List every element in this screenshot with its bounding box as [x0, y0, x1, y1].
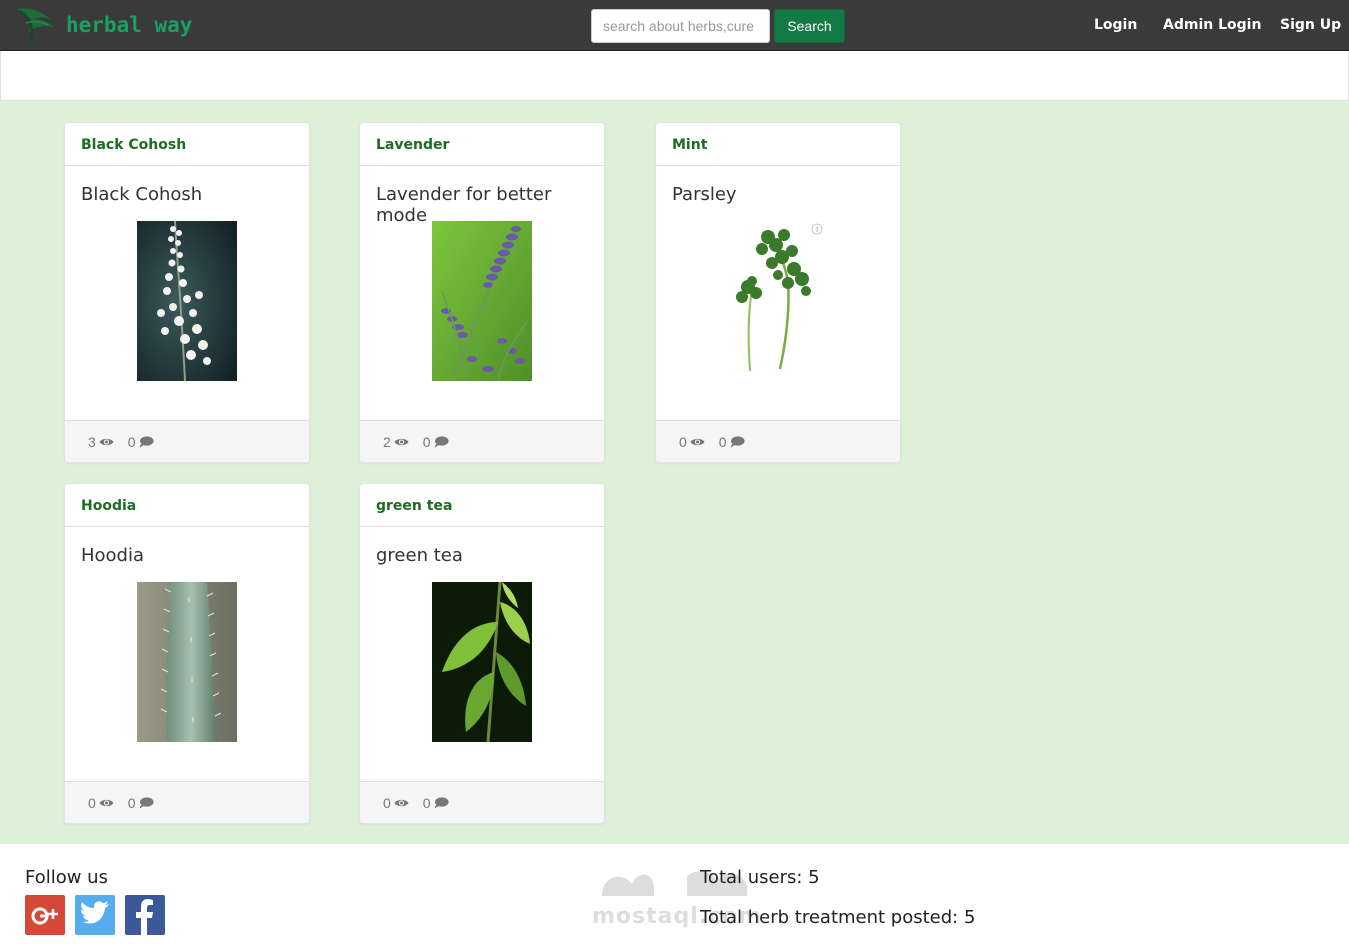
search-button[interactable]: Search [774, 9, 845, 43]
leaf-icon [17, 8, 54, 44]
header-band [0, 51, 1349, 101]
footer: Follow us mostaql.com Total users: 5 Tot… [0, 844, 1349, 944]
facebook-icon[interactable] [125, 895, 165, 935]
card-footer: 0 0 [360, 781, 604, 823]
comment-icon [730, 435, 745, 447]
comments-count: 0 [423, 795, 449, 811]
herb-card[interactable]: Hoodia Hoodia 0 0 [64, 483, 310, 824]
card-header: Mint [656, 123, 900, 166]
card-subtitle: green tea [376, 545, 463, 566]
parsley-image[interactable]: 3 [728, 221, 828, 381]
card-subtitle: Lavender for better mode [376, 184, 552, 226]
card-title[interactable]: Lavender [376, 137, 449, 153]
herb-card[interactable]: green tea green tea 0 0 [359, 483, 605, 824]
views-count: 0 [383, 795, 409, 811]
comments-value: 0 [422, 794, 431, 811]
eye-icon [99, 438, 114, 445]
comments-count: 0 [423, 434, 449, 450]
card-footer: 0 0 [656, 420, 900, 462]
green-tea-image[interactable] [432, 582, 532, 742]
eye-icon [690, 438, 705, 445]
views-value: 0 [679, 433, 687, 450]
black-cohosh-image[interactable] [137, 221, 237, 381]
views-count: 0 [679, 434, 705, 450]
comments-value: 0 [422, 433, 431, 450]
eye-icon [394, 438, 409, 445]
eye-icon [99, 799, 114, 806]
comment-icon [434, 796, 449, 808]
card-footer: 2 0 [360, 420, 604, 462]
hoodia-image[interactable] [137, 582, 237, 742]
navbar: herbal way Search Login Admin Login Sign… [0, 0, 1349, 51]
views-count: 0 [88, 795, 114, 811]
card-title[interactable]: green tea [376, 498, 452, 514]
total-users: Total users: 5 [700, 867, 820, 888]
comment-icon [139, 435, 154, 447]
card-header: Lavender [360, 123, 604, 166]
twitter-icon[interactable] [75, 895, 115, 935]
brand-name: herbal way [66, 13, 193, 37]
views-count: 3 [88, 434, 114, 450]
herb-grid: Black Cohosh Black Cohosh 3 0 Lavender L… [0, 101, 1349, 844]
card-subtitle: Parsley [672, 184, 737, 205]
views-value: 3 [88, 433, 96, 450]
follow-us-label: Follow us [25, 867, 108, 888]
card-title[interactable]: Hoodia [81, 498, 136, 514]
comments-value: 0 [718, 433, 727, 450]
comment-icon [139, 796, 154, 808]
card-header: Hoodia [65, 484, 309, 527]
views-value: 0 [383, 794, 391, 811]
card-subtitle: Black Cohosh [81, 184, 203, 205]
herb-card[interactable]: Mint Parsley 3 0 0 [655, 122, 901, 463]
herb-card[interactable]: Lavender Lavender for better mode 2 0 [359, 122, 605, 463]
card-subtitle: Hoodia [81, 545, 145, 566]
card-title[interactable]: Black Cohosh [81, 137, 186, 153]
comments-count: 0 [128, 795, 154, 811]
card-header: green tea [360, 484, 604, 527]
comments-value: 0 [127, 433, 136, 450]
views-value: 2 [383, 433, 391, 450]
card-header: Black Cohosh [65, 123, 309, 166]
login-link[interactable]: Login [1094, 17, 1137, 33]
views-count: 2 [383, 434, 409, 450]
lavender-image[interactable] [432, 221, 532, 381]
comments-count: 0 [128, 434, 154, 450]
comments-count: 0 [719, 434, 745, 450]
total-posts: Total herb treatment posted: 5 [700, 907, 976, 928]
search-input[interactable] [591, 9, 770, 43]
comments-value: 0 [127, 794, 136, 811]
comment-icon [434, 435, 449, 447]
card-footer: 3 0 [65, 420, 309, 462]
admin-login-link[interactable]: Admin Login [1163, 17, 1261, 33]
herb-card[interactable]: Black Cohosh Black Cohosh 3 0 [64, 122, 310, 463]
sign-up-link[interactable]: Sign Up [1280, 17, 1341, 33]
google-plus-icon[interactable] [25, 895, 65, 935]
brand-link[interactable]: herbal way [14, 4, 192, 46]
card-title[interactable]: Mint [672, 137, 707, 153]
eye-icon [394, 799, 409, 806]
card-footer: 0 0 [65, 781, 309, 823]
views-value: 0 [88, 794, 96, 811]
